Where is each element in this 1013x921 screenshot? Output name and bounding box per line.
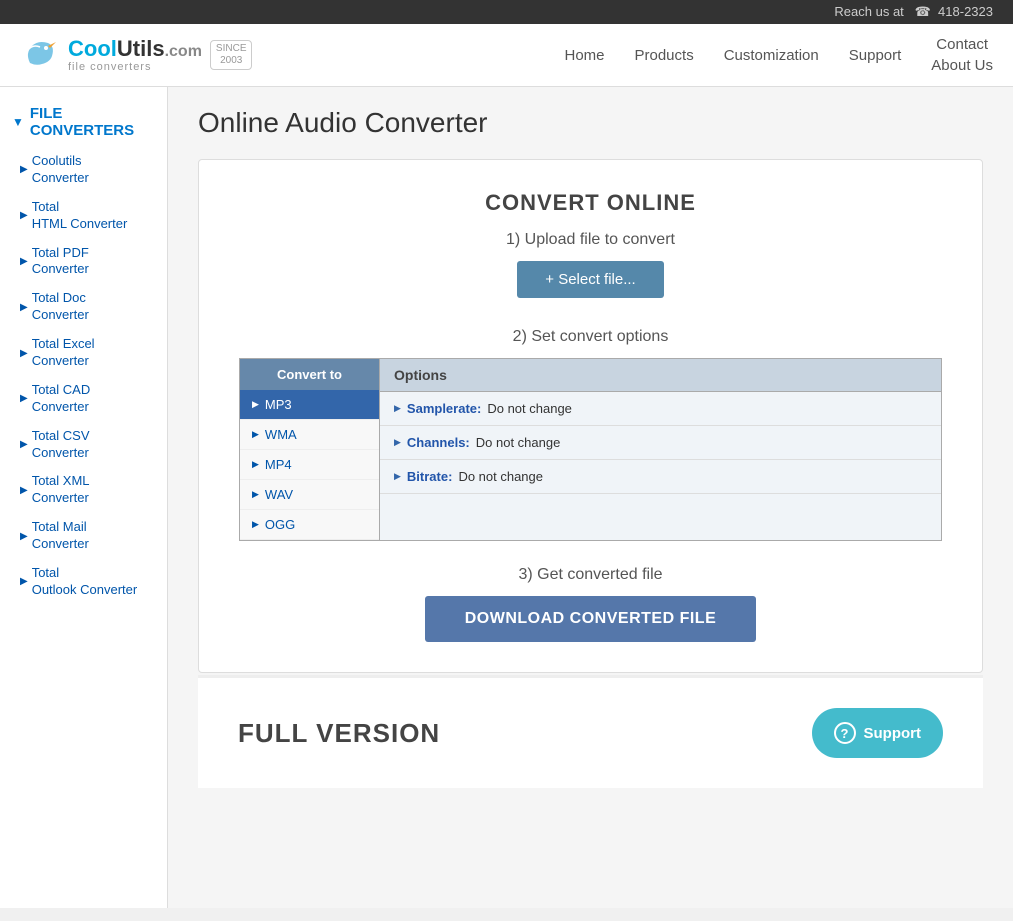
sidebar-item-coolutils[interactable]: ▶ Coolutils Converter	[0, 147, 167, 193]
logo-sub: file converters	[68, 61, 202, 73]
support-icon: ?	[834, 722, 856, 744]
bird-icon	[20, 38, 60, 73]
logo-badge: SINCE 2003	[210, 40, 253, 70]
reach-text: Reach us at	[834, 4, 903, 19]
arrow-icon: ▶	[394, 403, 401, 414]
logo-utils: Utils	[117, 36, 165, 61]
nav-products[interactable]: Products	[635, 47, 694, 64]
convert-options: Convert to ▶ MP3 ▶ WMA ▶ MP4 ▶	[239, 358, 942, 541]
option-samplerate[interactable]: ▶ Samplerate: Do not change	[380, 392, 941, 426]
format-mp3[interactable]: ▶ MP3	[240, 390, 379, 420]
option-channels[interactable]: ▶ Channels: Do not change	[380, 426, 941, 460]
sidebar: ▼ FILE CONVERTERS ▶ Coolutils Converter …	[0, 87, 168, 908]
logo-area: CoolUtils.com file converters SINCE 2003	[20, 37, 252, 73]
format-list: Convert to ▶ MP3 ▶ WMA ▶ MP4 ▶	[240, 359, 380, 540]
format-wma[interactable]: ▶ WMA	[240, 420, 379, 450]
play-icon: ▶	[252, 429, 259, 440]
play-icon: ▶	[252, 489, 259, 500]
option-bitrate[interactable]: ▶ Bitrate: Do not change	[380, 460, 941, 494]
main-layout: ▼ FILE CONVERTERS ▶ Coolutils Converter …	[0, 87, 1013, 908]
arrow-icon: ▶	[20, 484, 28, 497]
sidebar-item-xml[interactable]: ▶ Total XML Converter	[0, 467, 167, 513]
nav-home[interactable]: Home	[564, 47, 604, 64]
logo-cool: Cool	[68, 36, 117, 61]
sidebar-item-outlook[interactable]: ▶ Total Outlook Converter	[0, 559, 167, 605]
arrow-icon: ▶	[20, 438, 28, 451]
arrow-icon: ▶	[20, 575, 28, 588]
arrow-icon: ▶	[394, 471, 401, 482]
convert-box: CONVERT ONLINE 1) Upload file to convert…	[198, 159, 983, 673]
arrow-icon: ▶	[20, 301, 28, 314]
play-icon: ▶	[252, 459, 259, 470]
content-area: Online Audio Converter CONVERT ONLINE 1)…	[168, 87, 1013, 908]
logo-text: CoolUtils.com file converters	[68, 37, 202, 73]
convert-section-title: CONVERT ONLINE	[239, 190, 942, 216]
play-icon: ▶	[252, 399, 259, 410]
format-mp4[interactable]: ▶ MP4	[240, 450, 379, 480]
arrow-icon: ▶	[20, 392, 28, 405]
format-ogg[interactable]: ▶ OGG	[240, 510, 379, 540]
sidebar-item-excel[interactable]: ▶ Total Excel Converter	[0, 330, 167, 376]
arrow-icon: ▶	[394, 437, 401, 448]
sidebar-item-html[interactable]: ▶ Total HTML Converter	[0, 193, 167, 239]
logo-main: CoolUtils.com	[68, 37, 202, 61]
main-nav: Home Products Customization Support Cont…	[564, 34, 993, 76]
arrow-icon: ▶	[20, 209, 28, 222]
nav-support[interactable]: Support	[849, 47, 902, 64]
chevron-down-icon: ▼	[12, 115, 24, 129]
sidebar-item-pdf[interactable]: ▶ Total PDF Converter	[0, 239, 167, 285]
format-wav[interactable]: ▶ WAV	[240, 480, 379, 510]
nav-customization[interactable]: Customization	[724, 47, 819, 64]
options-header: Options	[380, 359, 941, 392]
format-list-header: Convert to	[240, 359, 379, 390]
play-icon: ▶	[252, 519, 259, 530]
top-bar: Reach us at ☎ 418-2323	[0, 0, 1013, 24]
select-file-button[interactable]: + Select file...	[517, 261, 663, 298]
sidebar-item-csv[interactable]: ▶ Total CSV Converter	[0, 422, 167, 468]
sidebar-item-cad[interactable]: ▶ Total CAD Converter	[0, 376, 167, 422]
sidebar-item-doc[interactable]: ▶ Total Doc Converter	[0, 284, 167, 330]
full-version-section: FULL VERSION ? Support	[198, 675, 983, 788]
step2-label: 2) Set convert options	[239, 328, 942, 346]
phone-number: 418-2323	[938, 4, 993, 19]
arrow-icon: ▶	[20, 347, 28, 360]
step1-label: 1) Upload file to convert	[239, 231, 942, 249]
sidebar-item-mail[interactable]: ▶ Total Mail Converter	[0, 513, 167, 559]
header: CoolUtils.com file converters SINCE 2003…	[0, 24, 1013, 87]
download-button[interactable]: DOWNLOAD CONVERTED FILE	[425, 596, 757, 642]
sidebar-header[interactable]: ▼ FILE CONVERTERS	[0, 97, 167, 147]
support-button[interactable]: ? Support	[812, 708, 944, 758]
arrow-icon: ▶	[20, 163, 28, 176]
options-panel: Options ▶ Samplerate: Do not change ▶ Ch…	[380, 359, 941, 540]
nav-contact[interactable]: Contact About Us	[931, 34, 993, 76]
sidebar-title: FILE CONVERTERS	[30, 105, 155, 139]
arrow-icon: ▶	[20, 255, 28, 268]
arrow-icon: ▶	[20, 530, 28, 543]
logo-com: .com	[165, 43, 202, 60]
full-version-title: FULL VERSION	[238, 718, 440, 749]
step3-label: 3) Get converted file	[239, 566, 942, 584]
page-title: Online Audio Converter	[198, 107, 983, 139]
